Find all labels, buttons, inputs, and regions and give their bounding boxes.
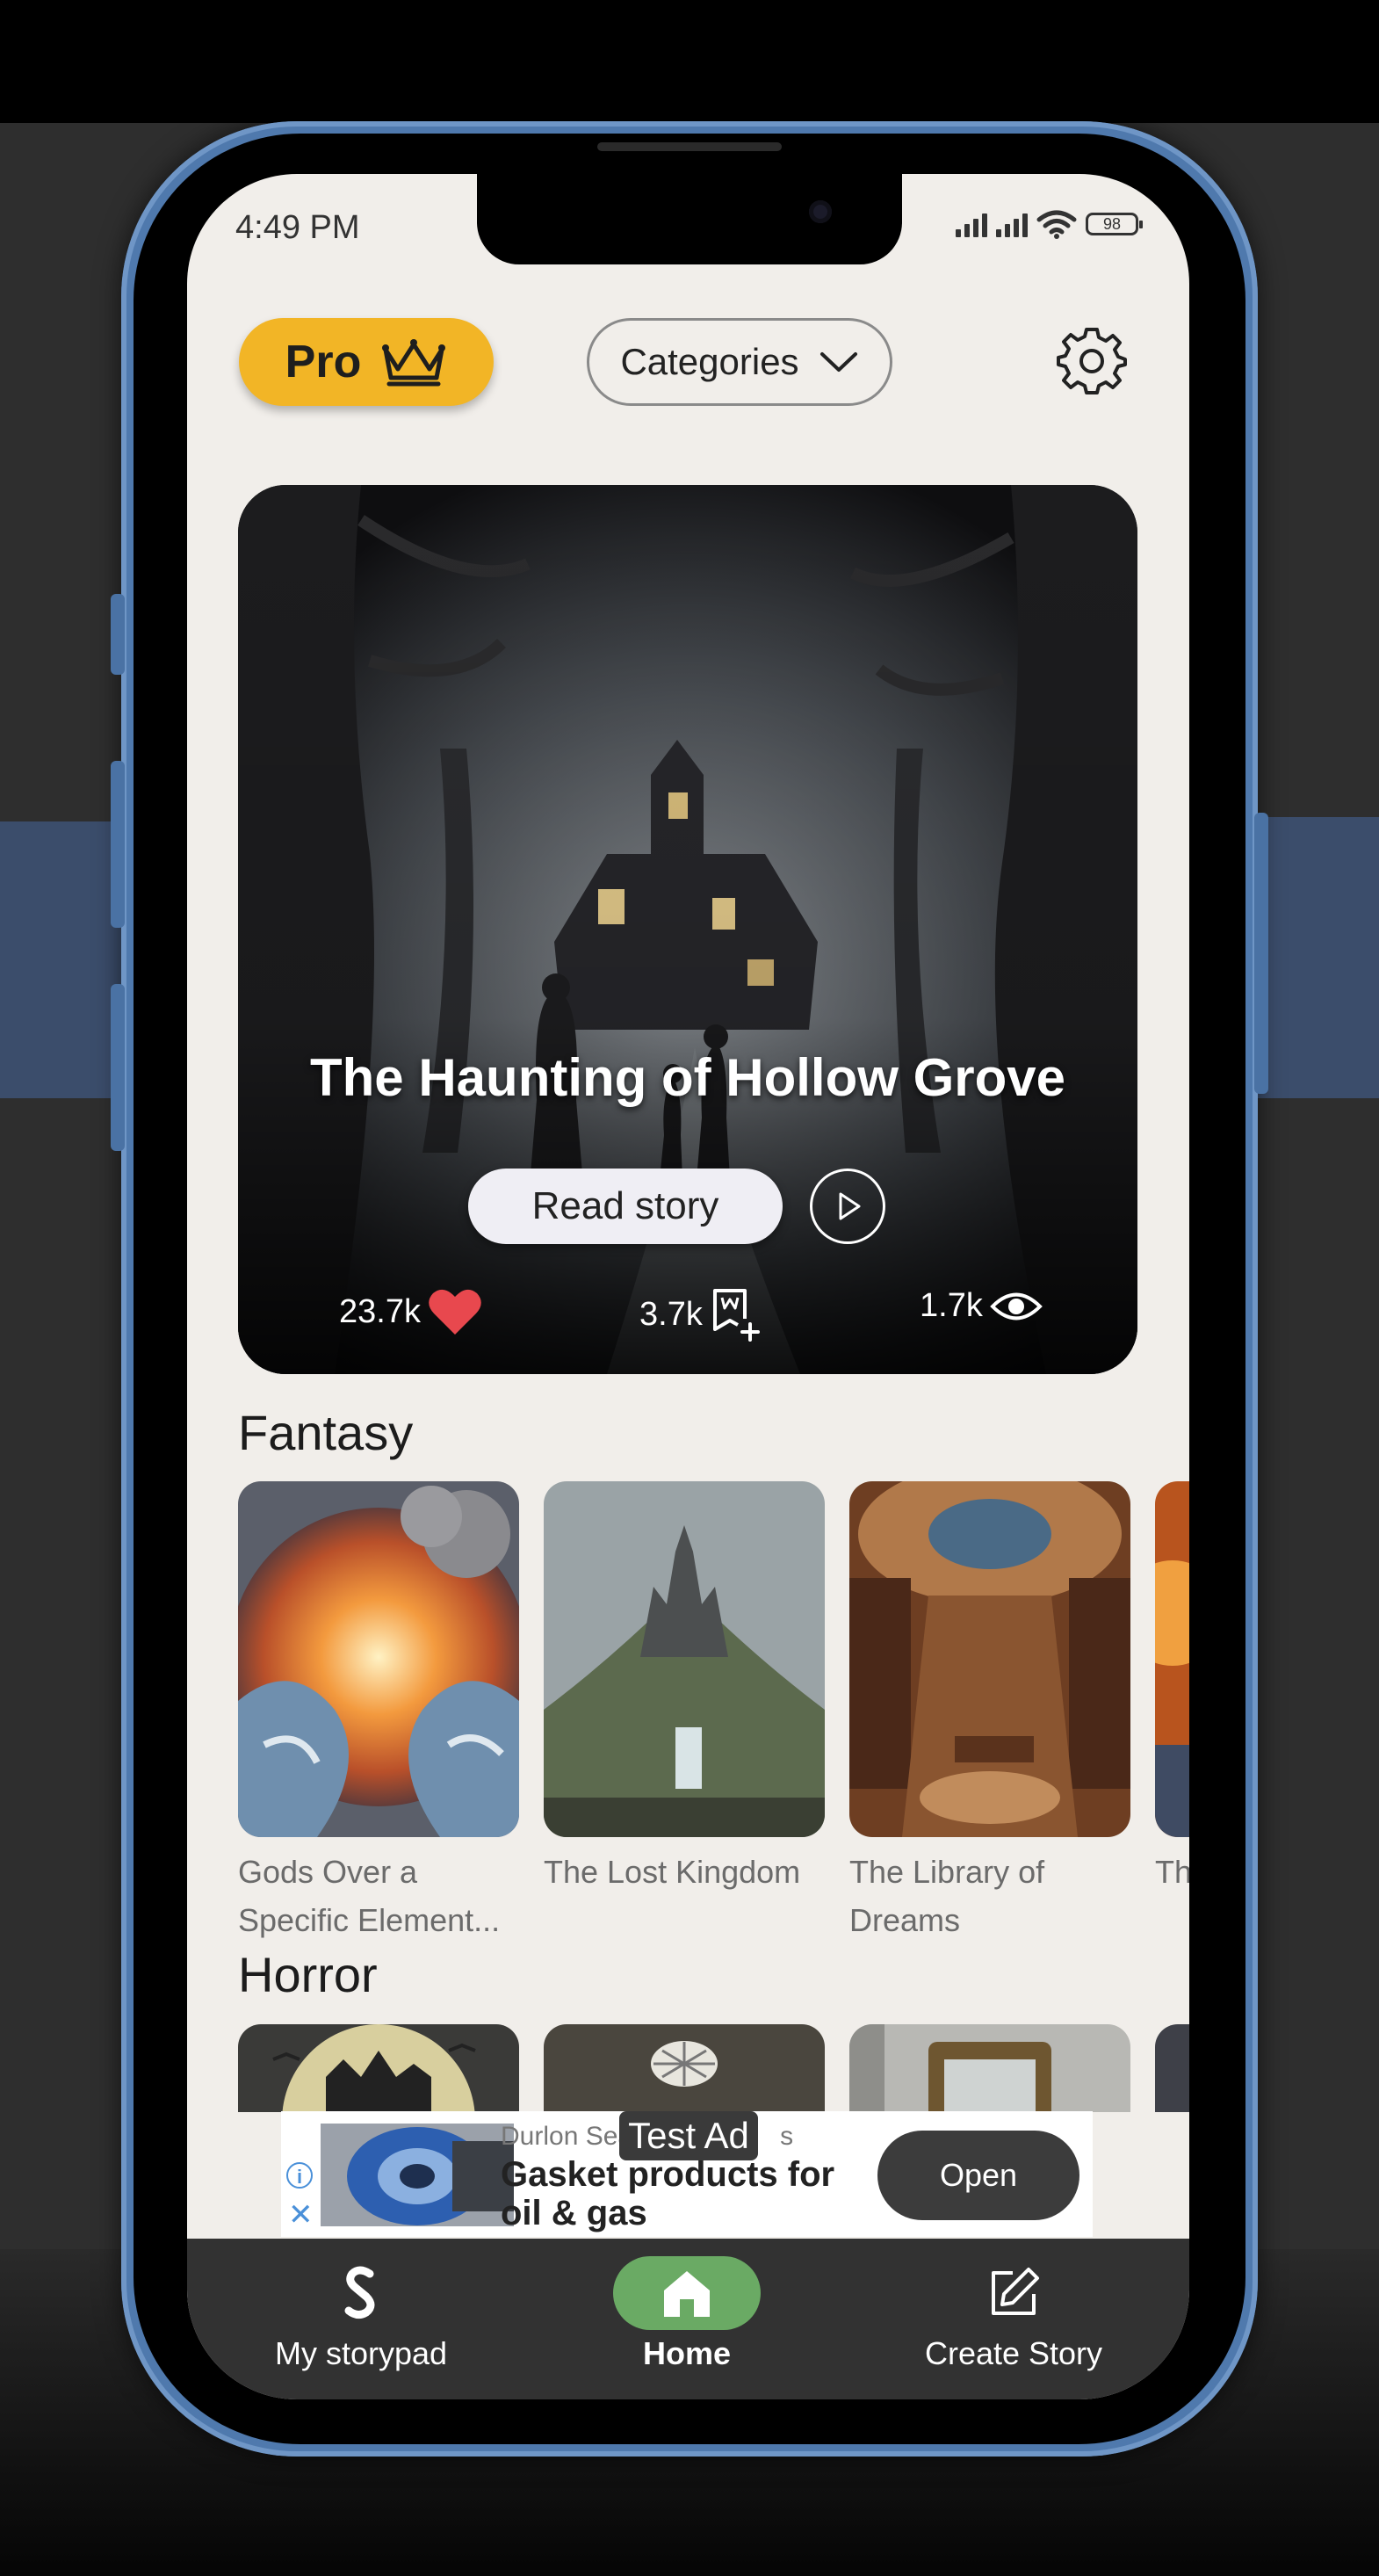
edit-icon bbox=[992, 2268, 1039, 2315]
heart-icon bbox=[429, 1289, 481, 1335]
story-card-title: The Library of Dreams bbox=[849, 1854, 1045, 1938]
ad-open-button[interactable]: Open bbox=[877, 2131, 1079, 2220]
phone-screen: 4:49 PM 98 Pro Categories The Haunting o… bbox=[187, 174, 1189, 2399]
play-icon bbox=[839, 1192, 861, 1220]
background-top bbox=[0, 0, 1379, 123]
story-card[interactable]: Gods Over a Specific Element... bbox=[238, 1481, 519, 1944]
story-card[interactable] bbox=[1155, 2024, 1189, 2112]
ad-info-icon[interactable]: i bbox=[286, 2162, 313, 2189]
story-card-title: Gods Over a Specific Element... bbox=[238, 1854, 501, 1938]
featured-story-card[interactable]: The Haunting of Hollow Grove Read story … bbox=[238, 485, 1137, 1374]
story-card[interactable] bbox=[544, 2024, 825, 2112]
storypad-logo-icon bbox=[344, 2266, 375, 2319]
front-camera bbox=[809, 200, 832, 223]
chevron-down-icon bbox=[819, 352, 857, 372]
views-count: 1.7k bbox=[920, 1287, 983, 1324]
signal-icon-2 bbox=[996, 211, 1028, 237]
pro-label: Pro bbox=[285, 336, 362, 387]
section-title-fantasy: Fantasy bbox=[238, 1405, 414, 1460]
play-audio-button[interactable] bbox=[810, 1169, 885, 1244]
bottom-navigation: My storypad Home Create Story bbox=[187, 2239, 1189, 2399]
settings-gear-icon[interactable] bbox=[1052, 322, 1131, 401]
pro-button[interactable]: Pro bbox=[239, 318, 494, 406]
story-card[interactable]: Th bbox=[1155, 1481, 1189, 1896]
power-button bbox=[1254, 813, 1268, 1094]
story-cover-image bbox=[1155, 1481, 1189, 1837]
mute-switch bbox=[111, 594, 125, 675]
story-card[interactable]: The Lost Kingdom bbox=[544, 1481, 825, 1896]
ad-close-icon[interactable]: ✕ bbox=[288, 2197, 314, 2232]
story-card[interactable]: The Library of Dreams bbox=[849, 1481, 1130, 1944]
story-card[interactable] bbox=[849, 2024, 1130, 2112]
background-band-right bbox=[1256, 817, 1379, 1098]
eye-icon bbox=[989, 1292, 1043, 1320]
status-time: 4:49 PM bbox=[235, 209, 360, 246]
story-card-title: The Lost Kingdom bbox=[544, 1854, 801, 1890]
nav-create-story[interactable]: Create Story bbox=[882, 2256, 1145, 2372]
featured-story-title: The Haunting of Hollow Grove bbox=[310, 1048, 1065, 1107]
fantasy-row[interactable]: Gods Over a Specific Element... The Lost… bbox=[238, 1481, 1189, 1973]
bookmark-add-icon bbox=[712, 1289, 760, 1342]
ad-headline: Gasket products for oil & gas bbox=[501, 2155, 835, 2232]
horror-row[interactable] bbox=[238, 2024, 1189, 2112]
categories-dropdown[interactable]: Categories bbox=[587, 318, 892, 406]
volume-up-button bbox=[111, 761, 125, 928]
story-card-title: Th bbox=[1155, 1854, 1189, 1890]
battery-icon: 98 bbox=[1086, 213, 1143, 235]
saves-stat[interactable]: 3.7k bbox=[639, 1287, 761, 1342]
story-cover-image bbox=[238, 2024, 519, 2112]
nav-label: Create Story bbox=[924, 2335, 1103, 2371]
nav-label: My storypad bbox=[274, 2335, 448, 2371]
likes-count: 23.7k bbox=[339, 1292, 421, 1330]
story-cover-image bbox=[544, 2024, 825, 2112]
views-stat: 1.7k bbox=[920, 1287, 1043, 1325]
earpiece-speaker bbox=[597, 142, 782, 151]
categories-label: Categories bbox=[620, 341, 799, 382]
story-cover-image bbox=[1155, 2024, 1189, 2112]
status-icons: 98 bbox=[956, 209, 1143, 239]
likes-stat[interactable]: 23.7k bbox=[339, 1287, 482, 1336]
crown-icon bbox=[382, 339, 446, 387]
nav-my-storypad[interactable]: My storypad bbox=[229, 2256, 493, 2372]
story-cover-image bbox=[238, 1481, 519, 1837]
notch bbox=[477, 174, 902, 264]
test-ad-label: Test Ad bbox=[619, 2111, 758, 2160]
volume-down-button bbox=[111, 984, 125, 1151]
wifi-icon bbox=[1036, 210, 1077, 239]
read-story-button[interactable]: Read story bbox=[468, 1169, 783, 1244]
section-title-horror: Horror bbox=[238, 1947, 378, 2002]
story-cover-image bbox=[849, 1481, 1130, 1837]
home-icon bbox=[664, 2271, 710, 2317]
saves-count: 3.7k bbox=[639, 1295, 703, 1333]
ad-product-image bbox=[321, 2124, 514, 2226]
story-cover-image bbox=[849, 2024, 1130, 2112]
ad-banner[interactable]: i ✕ Durlon Sea s Test Ad Gasket products … bbox=[281, 2111, 1093, 2237]
nav-label: Home bbox=[642, 2335, 732, 2371]
home-active-pill bbox=[613, 2256, 761, 2330]
story-cover-image bbox=[544, 1481, 825, 1837]
nav-home[interactable]: Home bbox=[555, 2256, 819, 2372]
signal-icon bbox=[956, 211, 987, 237]
story-card[interactable] bbox=[238, 2024, 519, 2112]
